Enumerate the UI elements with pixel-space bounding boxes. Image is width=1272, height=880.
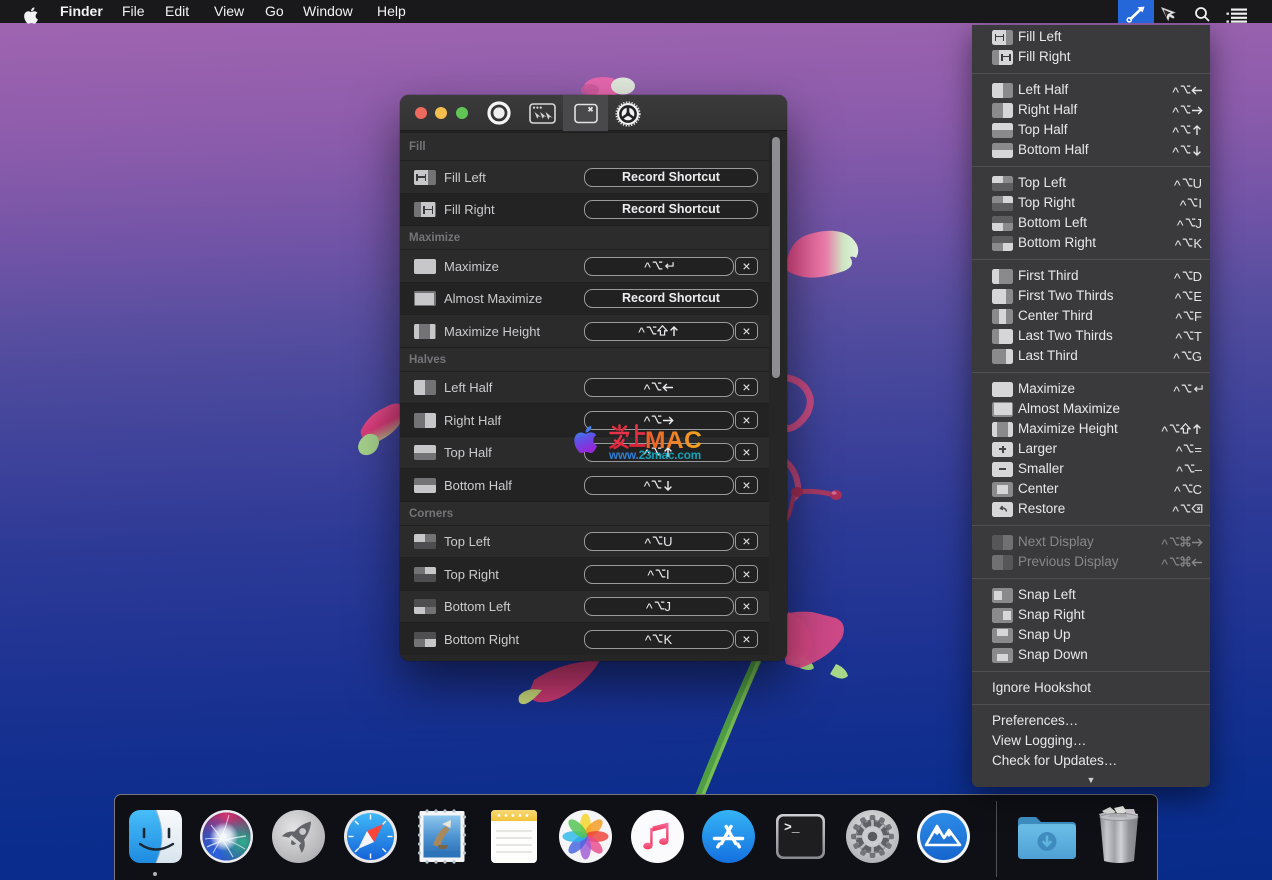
svg-text:>_: >_ [784,820,800,835]
